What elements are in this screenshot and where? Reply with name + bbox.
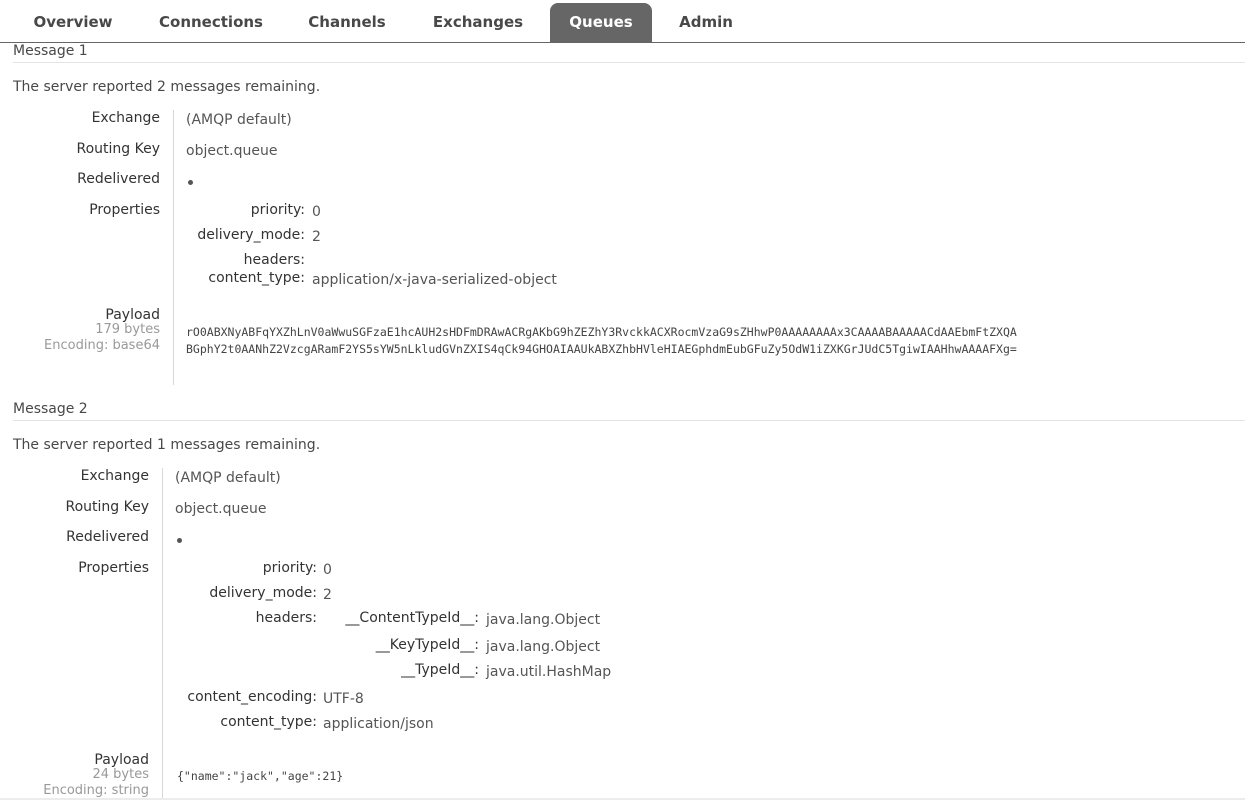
message-title: Message 1	[13, 43, 88, 59]
remaining-count: 1	[156, 437, 166, 453]
remaining-suffix: messages remaining.	[165, 437, 321, 453]
property-content-type-value: application/x-java-serialized-object	[312, 272, 557, 288]
property-content-type-key: content_type:	[208, 270, 305, 286]
property-headers-key: headers:	[243, 252, 305, 268]
header-content-type-id-value: java.lang.Object	[486, 612, 601, 628]
property-delivery-mode-key: delivery_mode:	[197, 227, 305, 243]
property-priority-key: priority:	[250, 202, 305, 218]
redelivered-bullet-icon	[177, 538, 182, 543]
payload-line-1: {"name":"jack","age":21}	[177, 769, 344, 783]
property-priority-value: 0	[323, 562, 332, 578]
routing-key-label: Routing Key	[65, 499, 149, 515]
header-key-type-id-key: __KeyTypeId__:	[375, 637, 479, 653]
property-priority-key: priority:	[262, 560, 317, 576]
redelivered-label: Redelivered	[66, 529, 149, 545]
property-delivery-mode-value: 2	[323, 587, 332, 603]
header-type-id-value: java.util.HashMap	[486, 664, 612, 680]
remaining-prefix: The server reported	[13, 79, 157, 95]
tab-queues[interactable]: Queues	[550, 3, 652, 42]
main-nav: Overview Connections Channels Exchanges …	[0, 0, 1245, 43]
section-divider	[13, 62, 1245, 63]
exchange-label: Exchange	[80, 468, 149, 484]
redelivered-label: Redelivered	[77, 171, 160, 187]
routing-key-value: object.queue	[186, 143, 278, 159]
property-priority-value: 0	[312, 204, 321, 220]
redelivered-bullet-icon	[188, 180, 193, 185]
property-content-encoding-value: UTF-8	[323, 691, 364, 707]
message-title: Message 2	[13, 401, 88, 417]
payload-size: 179 bytes	[95, 322, 160, 337]
tab-channels[interactable]: Channels	[292, 3, 402, 42]
property-headers-key: headers:	[255, 610, 317, 626]
routing-key-label: Routing Key	[76, 141, 160, 157]
tab-exchanges[interactable]: Exchanges	[418, 3, 538, 42]
column-divider	[162, 468, 163, 800]
header-type-id-key: __TypeId__:	[401, 662, 479, 678]
remaining-text: The server reported 1 messages remaining…	[13, 437, 320, 453]
payload-label: Payload	[94, 752, 149, 768]
exchange-value: (AMQP default)	[186, 112, 292, 128]
remaining-prefix: The server reported	[13, 437, 157, 453]
properties-label: Properties	[78, 560, 149, 576]
remaining-count: 2	[156, 79, 166, 95]
remaining-suffix: messages remaining.	[165, 79, 321, 95]
column-divider	[173, 110, 174, 385]
payload-encoding: Encoding: base64	[44, 338, 160, 353]
payload-encoding: Encoding: string	[43, 783, 149, 798]
header-key-type-id-value: java.lang.Object	[486, 639, 601, 655]
payload-label: Payload	[105, 307, 160, 323]
payload-line-1: rO0ABXNyABFqYXZhLnV0aWwuSGFzaE1hcAUH2sHD…	[186, 325, 1017, 339]
tab-admin[interactable]: Admin	[664, 3, 748, 42]
payload-size: 24 bytes	[92, 767, 150, 782]
payload-line-2: BGphY2t0AANhZ2VzcgARamF2YS5sYW5nLkludGVn…	[186, 342, 1017, 356]
property-content-type-value: application/json	[323, 716, 434, 732]
exchange-value: (AMQP default)	[175, 470, 281, 486]
exchange-label: Exchange	[91, 110, 160, 126]
remaining-text: The server reported 2 messages remaining…	[13, 79, 320, 95]
properties-label: Properties	[89, 202, 160, 218]
property-content-encoding-key: content_encoding:	[187, 689, 317, 705]
property-content-type-key: content_type:	[220, 714, 317, 730]
section-divider	[13, 420, 1245, 421]
nav-divider	[0, 42, 1245, 43]
property-delivery-mode-key: delivery_mode:	[209, 585, 317, 601]
routing-key-value: object.queue	[175, 501, 267, 517]
property-delivery-mode-value: 2	[312, 229, 321, 245]
tab-overview[interactable]: Overview	[14, 3, 132, 42]
tab-connections[interactable]: Connections	[148, 3, 274, 42]
header-content-type-id-key: __ContentTypeId__:	[345, 610, 479, 626]
